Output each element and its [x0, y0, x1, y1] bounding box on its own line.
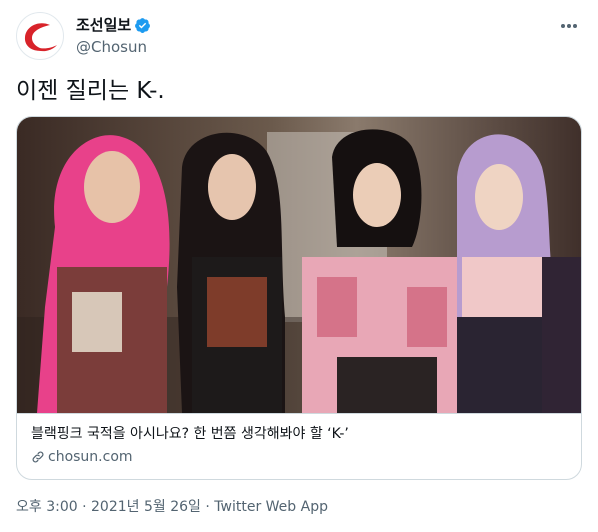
card-text[interactable]: 블랙핑크 국적을 아시나요? 한 번쯤 생각해봐야 할 ‘K-’ chosun.… — [17, 413, 581, 479]
user-handle[interactable]: @Chosun — [76, 37, 147, 57]
more-horizontal-icon[interactable] — [556, 16, 582, 36]
card-domain[interactable]: chosun.com — [31, 447, 567, 467]
avatar[interactable] — [16, 12, 64, 60]
tweet-date[interactable]: 2021년 5월 26일 — [91, 497, 201, 517]
tweet-header: 조선일보 @Chosun — [16, 12, 582, 60]
card-domain-text: chosun.com — [48, 449, 133, 465]
display-name[interactable]: 조선일보 — [76, 15, 131, 35]
tweet-timestamp: 오후 3:00 · 2021년 5월 26일 · Twitter Web App — [16, 497, 328, 517]
meta-separator: · — [77, 499, 92, 515]
chosun-logo-icon — [24, 23, 57, 52]
card-title[interactable]: 블랙핑크 국적을 아시나요? 한 번쯤 생각해봐야 할 ‘K-’ — [31, 424, 567, 444]
tweet-time[interactable]: 오후 3:00 — [16, 497, 78, 517]
meta-separator: · — [200, 499, 215, 515]
source-app-link[interactable]: Twitter Web App — [214, 497, 328, 517]
verified-badge-icon — [135, 17, 151, 33]
card-photo[interactable] — [17, 117, 582, 413]
tweet-text: 이젠 질리는 K-. — [16, 78, 165, 104]
name-row: 조선일보 — [76, 15, 151, 35]
link-icon — [32, 451, 44, 463]
link-card[interactable]: 블랙핑크 국적을 아시나요? 한 번쯤 생각해봐야 할 ‘K-’ chosun.… — [16, 116, 582, 480]
